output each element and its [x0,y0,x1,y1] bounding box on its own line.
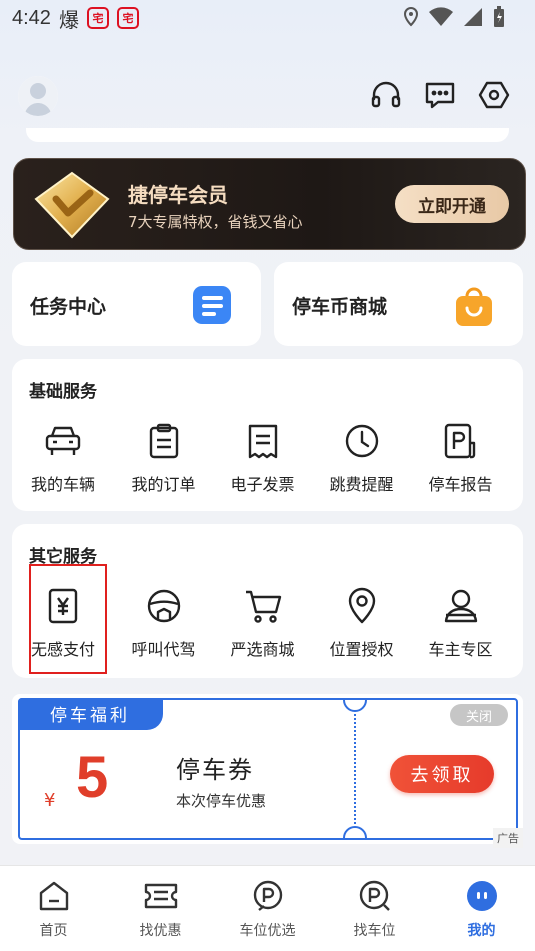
shopping-bag-icon [456,287,492,326]
parking-report-icon [441,421,481,461]
battery-icon [494,6,504,27]
highlight-box [29,564,107,674]
coupon-amount: 5 [76,745,109,810]
parking-icon [357,878,393,914]
service-call-driver[interactable]: 呼叫代驾 [114,586,213,662]
tab-label: 我的 [467,923,496,939]
coupon-name: 停车券 [176,756,254,784]
service-e-invoice[interactable]: 电子发票 [213,421,312,497]
invoice-icon [243,421,283,461]
location-status-icon [403,7,419,27]
coin-mall-card[interactable]: 停车币商城 [274,262,523,346]
order-icon [144,421,184,461]
status-time: 4:42 [12,6,51,29]
service-label: 电子发票 [230,475,295,494]
tab-find-deals[interactable]: 找优惠 [107,866,214,951]
coupon-card[interactable]: 停车福利 关闭 ¥ 5 停车券 本次停车优惠 去领取 [17,697,518,840]
profile-header [16,74,519,118]
service-label: 停车报告 [428,475,493,494]
service-my-vehicle[interactable]: 我的车辆 [12,421,114,497]
ad-label: 广告 [493,828,523,848]
location-pin-icon [342,586,382,626]
service-my-orders[interactable]: 我的订单 [114,421,213,497]
vip-banner[interactable]: 捷停车会员 7大专属特权，省钱又省心 立即开通 [13,158,526,250]
coupon-divider [354,714,356,824]
home-icon [36,878,72,914]
coupon-close-button[interactable]: 关闭 [450,704,508,726]
car-icon [43,421,83,461]
vip-subtitle: 7大专属特权，省钱又省心 [128,213,303,231]
service-fee-reminder[interactable]: 跳费提醒 [312,421,411,497]
service-label: 我的订单 [131,475,196,494]
task-center-card[interactable]: 任务中心 [12,262,261,346]
coin-mall-label: 停车币商城 [292,296,388,318]
coupon-description: 本次停车优惠 [176,792,267,810]
wifi-icon [429,7,453,27]
tab-mine[interactable]: 我的 [428,866,535,951]
service-label: 呼叫代驾 [131,640,196,659]
service-select-mall[interactable]: 严选商城 [213,586,312,662]
service-label: 严选商城 [230,640,295,659]
cart-icon [243,586,283,626]
service-label: 位置授权 [329,640,394,659]
status-bar: 4:42 爆 宅 宅 [0,0,535,36]
service-label: 我的车辆 [30,475,95,494]
service-location-auth[interactable]: 位置授权 [312,586,411,662]
section-title: 基础服务 [29,382,97,402]
tab-home[interactable]: 首页 [0,866,107,951]
task-center-label: 任务中心 [30,296,107,318]
bottom-tab-bar: 首页 找优惠 车位优选 找车位 我的 [0,865,535,951]
other-services-section: 其它服务 无感支付 呼叫代驾 严选商城 位置授权 车主专区 [12,524,523,678]
basic-services-section: 基础服务 我的车辆 我的订单 电子发票 跳费提醒 停车报告 [12,359,523,511]
tab-label: 找车位 [353,923,396,939]
user-avatar-icon [18,76,58,116]
driver-icon [441,586,481,626]
spot-icon [250,878,286,914]
coupon-notch [343,826,367,838]
status-badge-2: 宅 [116,7,139,29]
vip-open-button[interactable]: 立即开通 [395,185,509,223]
service-owner-zone[interactable]: 车主专区 [411,586,510,662]
service-parking-report[interactable]: 停车报告 [411,421,510,497]
coupon-ad: 停车福利 关闭 ¥ 5 停车券 本次停车优惠 去领取 广告 [12,694,523,848]
clock-icon [342,421,382,461]
coupon-notch [343,700,367,712]
claim-coupon-button[interactable]: 去领取 [390,755,494,793]
vip-badge-icon [34,171,110,239]
service-label: 车主专区 [428,640,493,659]
steering-wheel-icon [144,586,184,626]
settings-icon[interactable] [477,78,511,112]
coupon-tag: 停车福利 [17,697,163,730]
service-label: 跳费提醒 [329,475,394,494]
tab-label: 找优惠 [139,923,182,939]
tab-find-parking[interactable]: 找车位 [321,866,428,951]
tab-spot-select[interactable]: 车位优选 [214,866,321,951]
status-badge-1: 宅 [86,7,109,29]
avatar[interactable] [18,76,58,116]
profile-icon [464,878,500,914]
task-list-icon [193,286,231,324]
headset-icon[interactable] [369,78,403,112]
message-icon[interactable] [423,78,457,112]
vip-title: 捷停车会员 [128,183,228,207]
tab-label: 车位优选 [239,923,296,939]
signal-icon [464,8,482,26]
coupon-currency: ¥ [44,790,56,811]
coupon-icon [143,878,179,914]
status-notification-glyph: 爆 [58,7,79,32]
tab-label: 首页 [39,923,68,939]
status-indicators [403,6,505,28]
card-edge [26,128,509,142]
